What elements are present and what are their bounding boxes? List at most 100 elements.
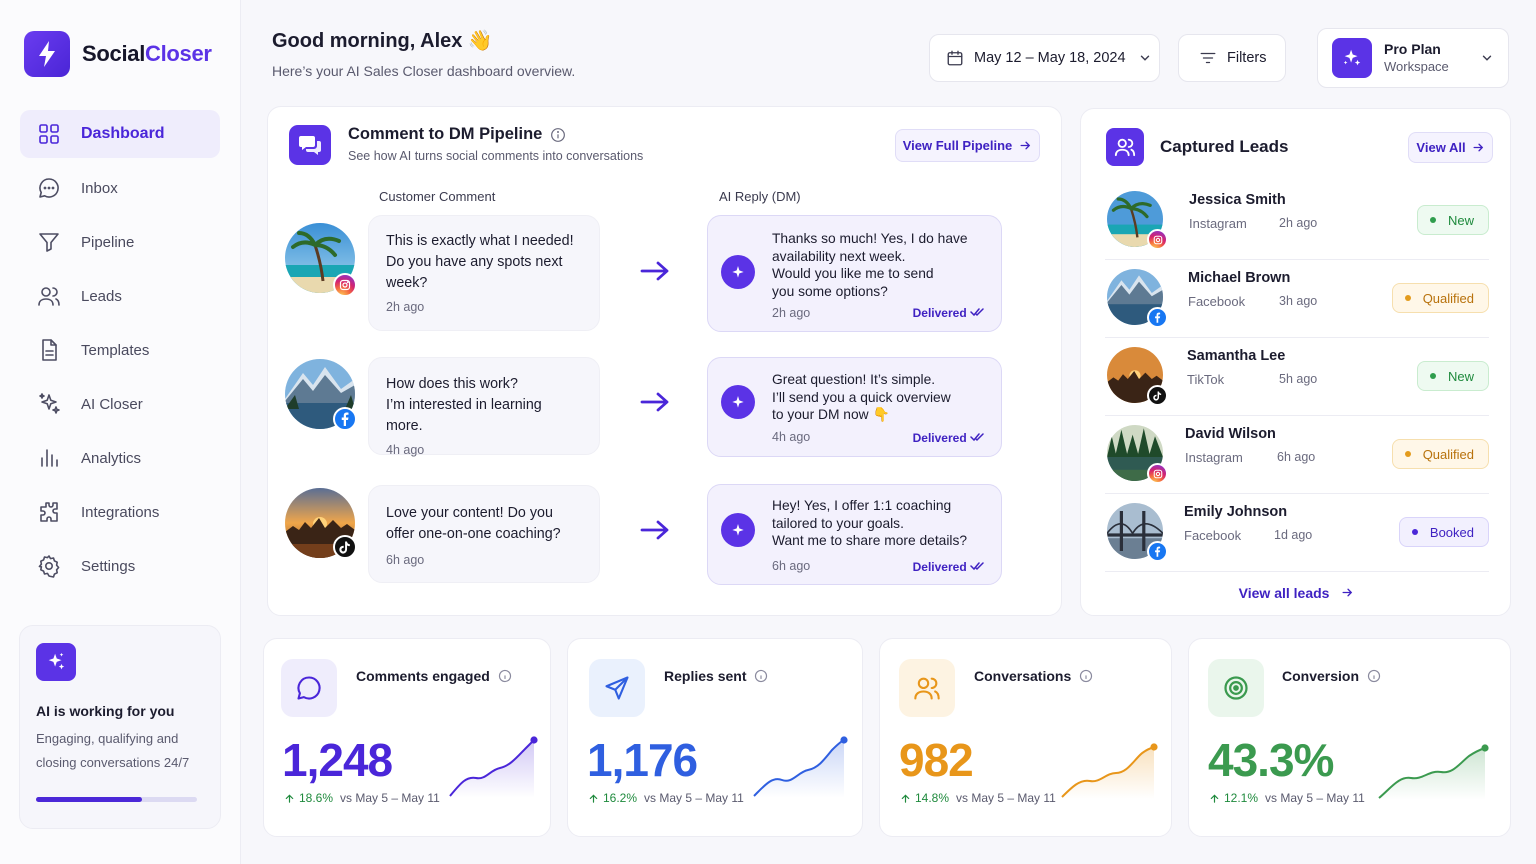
nav-item-inbox[interactable]: Inbox (20, 164, 220, 212)
stat-change: 16.2% vs May 5 – May 11 (588, 791, 744, 805)
reply-line: I’ll send you a quick overview (772, 389, 951, 405)
nav-label: Templates (81, 341, 150, 359)
page-title: Good morning, Alex 👋 (272, 30, 493, 52)
reply-line: Thanks so much! Yes, I do have (772, 231, 968, 246)
stat-value: 1,176 (587, 734, 698, 786)
target-icon (1208, 659, 1264, 717)
stat-card-conversations: Conversations 982 14.8% vs May 5 – May 11 (879, 638, 1172, 837)
delivered-status: Delivered (913, 306, 985, 320)
view-all-leads-label: View all leads (1238, 585, 1330, 601)
nav-item-templates[interactable]: Templates (20, 326, 220, 374)
lead-name: Michael Brown (1188, 270, 1291, 286)
reply-line: Hey! Yes, I offer 1:1 coaching (772, 498, 952, 513)
brand-logo[interactable]: SocialCloser (24, 31, 212, 77)
info-icon[interactable] (1367, 669, 1381, 683)
view-all-leads-link[interactable]: View all leads (1081, 585, 1512, 601)
reply-line: Want me to share more details? (772, 533, 968, 548)
comment-line: How does this work? (386, 376, 518, 392)
stat-change-pct: 14.8% (915, 791, 950, 805)
plan-title: Pro Plan (1384, 41, 1441, 57)
view-all-leads-button[interactable]: View All (1408, 132, 1493, 163)
arrow-right-icon (640, 261, 669, 281)
stat-card-conversion: Conversion 43.3% 12.1% vs May 5 – May 11 (1188, 638, 1511, 837)
nav-item-analytics[interactable]: Analytics (20, 434, 220, 482)
info-icon[interactable] (1079, 669, 1093, 683)
page-subtitle: Here’s your AI Sales Closer dashboard ov… (272, 63, 576, 79)
double-check-icon (970, 562, 984, 571)
stat-change: 14.8% vs May 5 – May 11 (900, 791, 1056, 805)
nav-item-dashboard[interactable]: Dashboard (20, 110, 220, 158)
nav-item-pipeline[interactable]: Pipeline (20, 218, 220, 266)
info-icon[interactable] (754, 669, 768, 683)
stat-label-text: Conversations (974, 668, 1072, 684)
nav-item-integrations[interactable]: Integrations (20, 488, 220, 536)
sparkles-icon (721, 385, 755, 419)
lead-row[interactable]: Emily Johnson Facebook 1d ago Booked (1105, 494, 1489, 572)
nav-label: Settings (81, 557, 136, 575)
lead-time: 2h ago (1279, 216, 1318, 230)
nav-label: Inbox (81, 179, 118, 197)
nav-item-leads[interactable]: Leads (20, 272, 220, 320)
status-badge: Qualified (1391, 283, 1489, 313)
filters-button[interactable]: Filters (1178, 34, 1286, 82)
sparkline-chart (1061, 743, 1158, 799)
lead-row[interactable]: Jessica Smith Instagram 2h ago New (1105, 182, 1489, 260)
sparkles-icon (721, 255, 755, 289)
sparkline-chart (1378, 744, 1489, 800)
captured-leads-card: Captured Leads View All Jessica Smith In… (1080, 108, 1511, 616)
chevron-down-icon (1140, 55, 1149, 61)
comment-line: Do you have any spots next (386, 254, 563, 270)
chat-bubble-icon (281, 659, 337, 717)
stat-change-pct: 16.2% (603, 791, 638, 805)
lead-name: David Wilson (1185, 426, 1276, 442)
lead-platform: Instagram (1189, 216, 1247, 231)
facebook-icon (1147, 307, 1168, 328)
stat-label-text: Replies sent (664, 668, 747, 684)
stat-label-text: Comments engaged (356, 668, 490, 684)
stat-value: 982 (899, 734, 974, 786)
nav-label: Pipeline (81, 233, 135, 251)
instagram-icon (1147, 463, 1168, 484)
nav-item-settings[interactable]: Settings (20, 542, 220, 590)
lead-time: 6h ago (1277, 450, 1316, 464)
status-label: New (1447, 368, 1474, 384)
status-badge: Booked (1398, 517, 1489, 547)
comment-bubble: This is exactly what I needed! Do you ha… (368, 215, 600, 331)
comment-line: Love your content! Do you (386, 505, 553, 521)
view-full-pipeline-button[interactable]: View Full Pipeline (895, 129, 1040, 162)
users-icon (38, 287, 60, 306)
reply-line: availability next week. (772, 248, 906, 264)
status-badge: Qualified (1391, 439, 1489, 469)
ai-card-title: AI is working for you (36, 703, 175, 719)
chat-icon (39, 178, 59, 198)
view-all-label: View All (1416, 140, 1466, 155)
lead-row[interactable]: Michael Brown Facebook 3h ago Qualified (1105, 260, 1489, 338)
info-icon[interactable] (498, 669, 512, 683)
lead-row[interactable]: David Wilson Instagram 6h ago Qualified (1105, 416, 1489, 494)
arrow-up-icon (285, 793, 294, 803)
stat-compare: vs May 5 – May 11 (340, 791, 440, 805)
stat-change: 12.1% vs May 5 – May 11 (1209, 791, 1365, 805)
delivered-label: Delivered (912, 306, 967, 320)
instagram-icon (1147, 229, 1168, 250)
users-icon (899, 659, 955, 717)
puzzle-icon (40, 502, 58, 522)
stat-card-replies: Replies sent 1,176 16.2% vs May 5 – May 1… (567, 638, 863, 837)
info-icon[interactable] (550, 127, 566, 143)
status-badge: New (1416, 205, 1489, 235)
bar-chart-icon (41, 449, 58, 467)
leads-title: Captured Leads (1160, 137, 1289, 156)
stat-value: 1,248 (282, 734, 393, 786)
nav-item-ai-closer[interactable]: AI Closer (20, 380, 220, 428)
grid-icon (39, 124, 59, 144)
reply-line: to your DM now 👇 (772, 407, 890, 422)
lead-row[interactable]: Samantha Lee TikTok 5h ago New (1105, 338, 1489, 416)
sidebar-nav: Dashboard Inbox Pipeline Leads Templates… (20, 110, 220, 596)
date-range-picker[interactable]: May 12 – May 18, 2024 (929, 34, 1160, 82)
status-label: Qualified (1422, 446, 1474, 462)
lead-name: Emily Johnson (1184, 504, 1288, 520)
workspace-switcher[interactable]: Pro Plan Workspace (1317, 28, 1509, 88)
view-full-pipeline-label: View Full Pipeline (902, 138, 1013, 153)
sparkline-chart (753, 736, 848, 798)
comment-line: week? (386, 275, 428, 291)
